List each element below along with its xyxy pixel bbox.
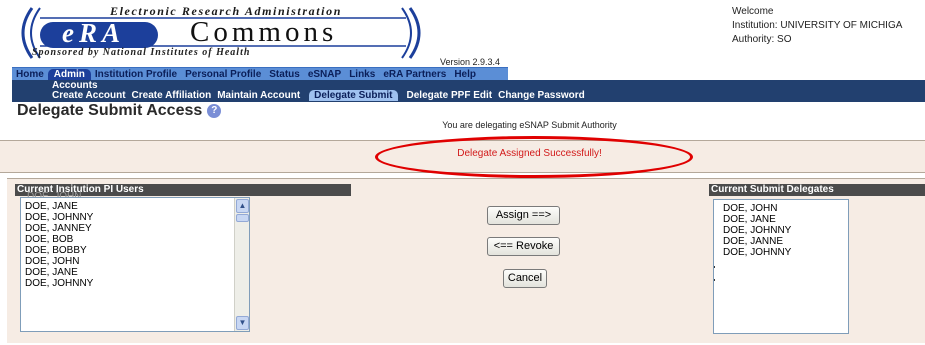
nav-personal-profile[interactable]: Personal Profile bbox=[181, 69, 265, 80]
sub-nav: Create Account Create Affiliation Mainta… bbox=[49, 90, 588, 101]
subnav-create-account[interactable]: Create Account bbox=[49, 90, 129, 101]
nav-links[interactable]: Links bbox=[345, 69, 379, 80]
list-item[interactable]: DOE, JOHNNY bbox=[723, 247, 844, 258]
list-item[interactable]: DOE, JOHNNY bbox=[25, 212, 245, 223]
list-item[interactable]: DOE, JANNE bbox=[723, 236, 844, 247]
main-nav: Home Admin Institution Profile Personal … bbox=[12, 67, 508, 80]
list-item[interactable]: DOE, JOHNNY bbox=[25, 278, 245, 289]
institution-text: Institution: UNIVERSITY OF MICHIGA bbox=[732, 20, 903, 31]
nav-era-partners[interactable]: eRA Partners bbox=[379, 69, 450, 80]
subnav-maintain-account[interactable]: Maintain Account bbox=[214, 90, 303, 101]
list-item[interactable]: DOE, BOBBY bbox=[25, 245, 245, 256]
version-label: Version 2.9.3.4 bbox=[440, 57, 501, 67]
pi-users-scrollbar[interactable]: ▲ ▼ bbox=[234, 198, 249, 331]
list-item[interactable]: DOE, JOHN bbox=[25, 256, 245, 267]
list-item[interactable]: DOE, JOHN bbox=[723, 203, 844, 214]
welcome-text: Welcome bbox=[732, 6, 774, 17]
subnav-delegate-ppf-edit[interactable]: Delegate PPF Edit bbox=[404, 90, 496, 101]
submit-delegates-header: Current Submit Delegates bbox=[709, 184, 925, 196]
revoke-button[interactable]: <== Revoke bbox=[487, 237, 560, 256]
header-banner: Electronic Research Administration eRA C… bbox=[0, 0, 925, 68]
nav-home[interactable]: Home bbox=[12, 69, 48, 80]
delegating-text: You are delegating eSNAP Submit Authorit… bbox=[442, 120, 617, 130]
scroll-thumb[interactable] bbox=[236, 214, 249, 222]
list-item[interactable]: DOE, JANE bbox=[25, 267, 245, 278]
help-icon[interactable]: ? bbox=[207, 104, 222, 118]
list-item[interactable]: DOE, JANNEY bbox=[25, 223, 245, 234]
era-commons-logo[interactable]: Electronic Research Administration eRA C… bbox=[10, 2, 430, 62]
scroll-up-icon[interactable]: ▲ bbox=[236, 199, 249, 213]
cancel-button[interactable]: Cancel bbox=[503, 269, 547, 288]
logo-commons-text: Commons bbox=[190, 16, 338, 48]
list-item[interactable]: DOE, JANE bbox=[723, 214, 844, 225]
highlight-ellipse bbox=[375, 136, 693, 178]
subnav-create-affiliation[interactable]: Create Affiliation bbox=[129, 90, 215, 101]
subnav-delegate-submit[interactable]: Delegate Submit bbox=[309, 90, 398, 101]
logo-era-text: eRA bbox=[62, 18, 126, 48]
user-info: Welcome Institution: UNIVERSITY OF MICHI… bbox=[732, 5, 902, 47]
pi-users-listbox[interactable]: DOE, JANE DOE, JOHNNY DOE, JANNEY DOE, B… bbox=[20, 197, 250, 332]
submit-delegates-listbox[interactable]: DOE, JOHN DOE, JANE DOE, JOHNNY DOE, JAN… bbox=[713, 199, 849, 334]
nav-institution-profile[interactable]: Institution Profile bbox=[91, 69, 181, 80]
list-item[interactable]: DOE, BOB bbox=[25, 234, 245, 245]
logo-sponsor-text: Sponsored by National Institutes of Heal… bbox=[32, 47, 251, 58]
stray-dot bbox=[714, 266, 715, 268]
page-title-text: Delegate Submit Access bbox=[17, 102, 203, 119]
assign-button[interactable]: Assign ==> bbox=[487, 206, 560, 225]
subnav-change-password[interactable]: Change Password bbox=[495, 90, 588, 101]
sub-nav-bar: Accounts Create Account Create Affiliati… bbox=[12, 80, 925, 102]
list-item[interactable]: DOE, JANE bbox=[25, 201, 245, 212]
scroll-down-icon[interactable]: ▼ bbox=[236, 316, 249, 330]
page-title: Delegate Submit Access ? bbox=[17, 102, 222, 120]
nav-admin[interactable]: Admin bbox=[47, 68, 91, 80]
nav-help[interactable]: Help bbox=[450, 69, 480, 80]
delegate-panel: Current Insitution PI Users DOE, JOHN DO… bbox=[7, 178, 925, 343]
authority-text: Authority: SO bbox=[732, 34, 792, 45]
stray-dot bbox=[714, 279, 715, 281]
nav-esnap[interactable]: eSNAP bbox=[304, 69, 345, 80]
nav-status[interactable]: Status bbox=[265, 69, 304, 80]
list-item[interactable]: DOE, JOHNNY bbox=[723, 225, 844, 236]
